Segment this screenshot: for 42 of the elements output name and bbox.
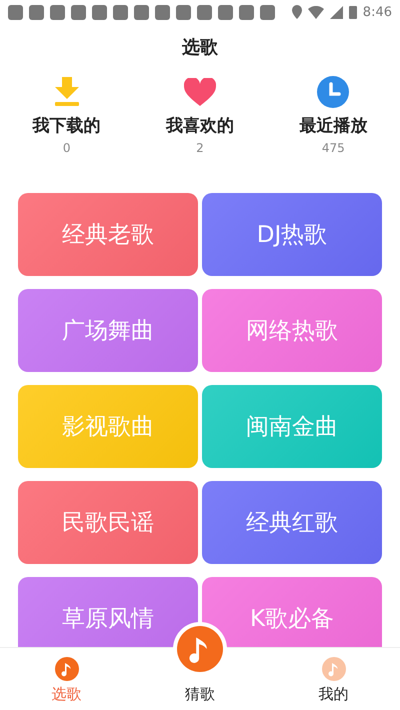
- stat-label[interactable]: 我喜欢的: [166, 114, 234, 137]
- wifi-icon: [308, 6, 324, 18]
- page-title: 选歌: [181, 36, 219, 60]
- stat-count: 475: [322, 141, 345, 155]
- notification-icon: [8, 4, 23, 20]
- music-note-icon: [177, 626, 223, 672]
- stat-label[interactable]: 我下载的: [32, 114, 101, 137]
- notification-icon: [218, 4, 233, 20]
- nav-tab[interactable]: 我的: [267, 648, 400, 710]
- category-card[interactable]: 草原风情: [18, 577, 198, 647]
- heart-icon: [184, 78, 216, 106]
- location-icon: [292, 5, 302, 19]
- nav-tab[interactable]: 选歌: [0, 648, 133, 710]
- stat-count: 0: [62, 141, 70, 155]
- category-card[interactable]: 经典老歌: [18, 193, 198, 276]
- stat-count: 2: [196, 141, 204, 155]
- notification-icon: [176, 4, 191, 20]
- notification-icon: [155, 4, 170, 20]
- notification-icon: [260, 4, 275, 20]
- clock-icon: [317, 76, 350, 108]
- signal-icon: [330, 6, 343, 18]
- notification-icon: [239, 4, 254, 20]
- notification-icon: [50, 4, 65, 20]
- category-card[interactable]: 闽南金曲: [202, 385, 382, 468]
- category-card[interactable]: 民歌民谣: [18, 481, 198, 564]
- download-icon: [54, 77, 80, 107]
- category-card[interactable]: 广场舞曲: [18, 289, 198, 372]
- notification-icon: [92, 4, 107, 20]
- clock-time: 8:46: [362, 4, 392, 20]
- notification-icon: [29, 4, 44, 20]
- battery-icon: [348, 5, 357, 19]
- music-note-icon: [54, 657, 78, 681]
- category-card[interactable]: K歌必备: [202, 577, 382, 647]
- music-note-icon: [322, 657, 346, 681]
- notification-icon: [71, 4, 86, 20]
- stat-label[interactable]: 最近播放: [299, 114, 368, 137]
- category-card[interactable]: 网络热歌: [202, 289, 382, 372]
- category-card[interactable]: DJ热歌: [202, 193, 382, 276]
- notification-icon: [197, 4, 212, 20]
- notification-icon: [113, 4, 128, 20]
- notification-icon: [134, 4, 149, 20]
- category-card[interactable]: 经典红歌: [202, 481, 382, 564]
